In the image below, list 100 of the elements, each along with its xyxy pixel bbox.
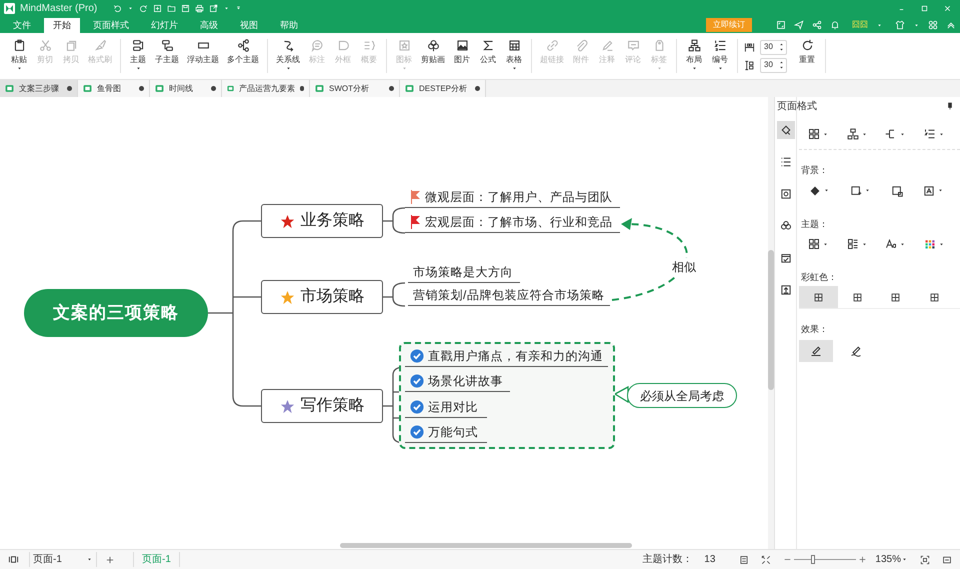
relationship-label: 相似 [670,258,698,276]
zoom-value[interactable]: 135% [875,552,901,567]
clover-icon [426,39,440,52]
export-icon[interactable] [209,4,218,13]
apps-icon[interactable] [928,20,938,30]
document-tab[interactable]: 时间线 [150,80,222,97]
font-icon[interactable] [885,238,898,250]
subtopic-node[interactable]: 运用对比 [405,396,487,418]
pin-icon[interactable] [946,102,954,110]
caret-icon [938,130,946,138]
subtopic-node[interactable]: 市场策略是大方向 [408,261,520,283]
folder-icon[interactable] [167,4,176,13]
document-tab[interactable]: 产品运营九要素 [222,80,310,97]
reset-button[interactable]: 重置 [793,33,821,79]
document-tab[interactable]: 文案三步骤 [0,80,78,97]
document-icon [155,84,164,93]
image-add-icon[interactable] [850,184,862,196]
collapse-icon[interactable] [946,20,956,30]
save-icon[interactable] [181,4,190,13]
zoom-in-icon[interactable] [858,555,868,564]
close-icon[interactable] [943,4,952,13]
subtopic-text: 宏观层面：了解市场、行业和竞品 [425,214,612,230]
fullscreen-icon[interactable] [776,20,786,30]
numbered-list-icon[interactable] [924,128,936,140]
document-tab[interactable]: SWOT分析 [310,80,400,97]
topic-node[interactable]: 写作策略 [261,389,383,423]
clipboard-icon [12,39,26,52]
spacing-field[interactable]: 30 [760,58,787,72]
topic-node[interactable]: 业务策略 [261,204,383,238]
image-delete-icon[interactable] [891,184,903,196]
shirt-icon[interactable] [895,20,905,30]
hierarchy-icon[interactable] [846,128,859,140]
check-icon [410,400,424,414]
menu-tab[interactable]: 开始 [44,18,80,33]
subtopic-node[interactable]: 微观层面：了解用户、产品与团队 [405,186,620,208]
toolbar-button[interactable]: 剪贴画 [417,33,449,79]
page-view-icon[interactable] [8,554,19,565]
document-icon [83,84,92,93]
panel-tab[interactable] [776,121,794,139]
add-icon[interactable] [105,554,115,564]
toolbar-button[interactable]: 公式 [475,33,501,79]
toolbar-button[interactable]: 图片 [449,33,475,79]
document-tab[interactable]: DESTEP分析 [400,80,486,97]
document-icon [405,84,414,93]
grid-list-icon[interactable] [846,238,859,250]
text-frame-icon[interactable] [923,184,935,196]
new-file-icon[interactable] [153,4,162,13]
share-icon[interactable] [812,20,822,30]
fit-screen-icon[interactable] [920,554,930,564]
topic-node[interactable]: 市场策略 [261,280,383,314]
grid-icon[interactable] [808,238,820,250]
toolbar-button[interactable]: 主题 [125,33,151,79]
toolbar-button[interactable]: 编号 [707,33,733,79]
more-icon[interactable] [235,5,242,12]
subtopic-node[interactable]: 直戳用户痛点，有亲和力的沟通 [405,345,608,367]
toolbar-button[interactable]: 布局 [681,33,707,79]
subtopic-node[interactable]: 宏观层面：了解市场、行业和竞品 [405,211,620,233]
undo-icon[interactable] [113,4,122,13]
zoom-slider[interactable] [811,555,816,564]
subtopic-node[interactable]: 场景化讲故事 [405,370,510,392]
up-icon[interactable] [779,42,784,47]
fit-page-icon[interactable] [739,554,750,564]
panel-title: 页面格式 [777,100,817,114]
horizontal-scrollbar[interactable] [340,543,632,548]
effect-option[interactable] [799,340,833,362]
toolbar-button[interactable]: 多个主题 [223,33,263,79]
maximize-icon[interactable] [920,4,929,13]
spacing-field[interactable]: 30 [760,40,787,54]
section-label: 主题： [801,218,829,230]
spacing-height-icon [744,60,755,70]
palette-icon[interactable] [924,238,936,250]
columns-icon [929,292,940,302]
printer-icon[interactable] [195,4,204,13]
grid-icon[interactable] [808,128,820,140]
up-icon[interactable] [779,60,784,65]
toolbar-button[interactable]: 粘贴 [6,33,32,79]
vertical-scrollbar[interactable] [768,250,774,390]
bell-icon[interactable] [830,20,840,30]
toolbar-button[interactable]: 表格 [501,33,527,79]
down-icon[interactable] [779,65,784,70]
caret-icon [876,22,883,28]
topic-count: 13 [704,553,716,567]
subtopic-node[interactable]: 营销策划/品牌包装应符合市场策略 [408,284,610,306]
check-icon [410,374,424,388]
picture-icon [456,39,468,52]
send-icon[interactable] [794,20,804,30]
central-topic[interactable]: 文案的三项策略 [24,289,208,337]
toolbar-button[interactable]: 子主题 [151,33,183,79]
document-tab[interactable]: 鱼骨图 [78,80,150,97]
upload-box-icon [780,284,792,296]
subtopic-node[interactable]: 万能句式 [405,421,487,443]
expand-icon[interactable] [761,554,772,564]
panel-toggle-icon[interactable] [942,554,952,564]
rainbow-option[interactable] [799,286,838,308]
toolbar-button[interactable]: 浮动主题 [183,33,223,79]
down-icon[interactable] [779,47,784,52]
brush-icon [94,39,106,52]
redo-icon[interactable] [139,4,148,13]
toolbar-button[interactable]: 关系线 [272,33,304,79]
page-select[interactable]: 页面-1 [29,552,97,567]
